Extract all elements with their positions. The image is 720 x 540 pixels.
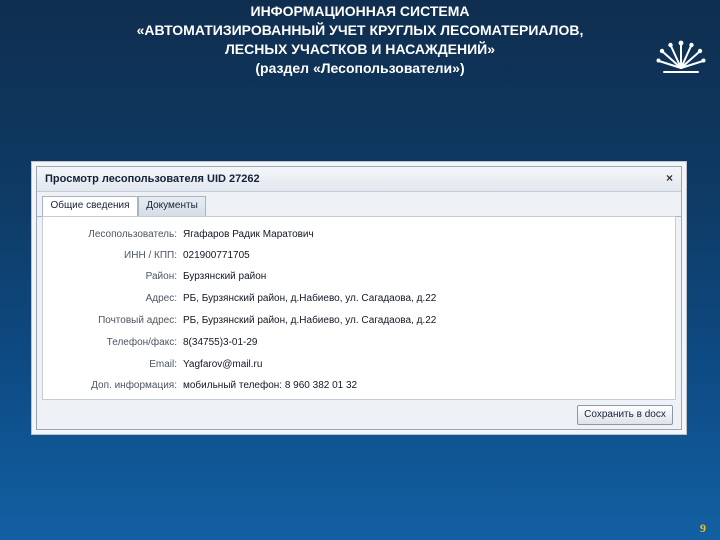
field-label: Район: xyxy=(145,271,177,282)
slide-title: ИНФОРМАЦИОННАЯ СИСТЕМА «АВТОМАТИЗИРОВАНН… xyxy=(40,2,680,78)
field-value: 8(34755)3-01-29 xyxy=(183,337,258,348)
field-label: ИНН / КПП: xyxy=(124,250,177,261)
field-row: Почтовый адрес: РБ, Бурзянский район, д.… xyxy=(43,311,675,331)
slide-title-line-4: (раздел «Лесопользователи») xyxy=(255,60,465,76)
field-value: мобильный телефон: 8 960 382 01 32 xyxy=(183,380,358,391)
field-label: Email: xyxy=(149,359,177,370)
close-icon[interactable]: × xyxy=(666,172,673,184)
field-value: Yagfarov@mail.ru xyxy=(183,359,263,370)
user-view-dialog: Просмотр лесопользователя UID 27262 × Об… xyxy=(36,166,682,430)
field-row: Телефон/факс: 8(34755)3-01-29 xyxy=(43,333,675,353)
general-info-panel: Лесопользователь: Ягафаров Радик Маратов… xyxy=(42,216,676,400)
dialog-title: Просмотр лесопользователя UID 27262 xyxy=(45,173,260,185)
field-value: РБ, Бурзянский район, д.Набиево, ул. Саг… xyxy=(183,315,437,326)
slide-title-line-1: ИНФОРМАЦИОННАЯ СИСТЕМА xyxy=(250,3,470,19)
field-label: Почтовый адрес: xyxy=(98,315,177,326)
field-row: Район: Бурзянский район xyxy=(43,267,675,287)
field-row: Доп. информация: мобильный телефон: 8 96… xyxy=(43,376,675,396)
dialog-header: Просмотр лесопользователя UID 27262 × xyxy=(37,167,681,192)
save-docx-button[interactable]: Сохранить в docx xyxy=(577,405,673,425)
kurai-flower-icon xyxy=(656,40,706,73)
page-number: 9 xyxy=(700,521,706,535)
field-label: Телефон/факс: xyxy=(106,337,177,348)
field-row: Лесопользователь: Ягафаров Радик Маратов… xyxy=(43,225,675,245)
field-label: Адрес: xyxy=(145,293,177,304)
field-value: Ягафаров Радик Маратович xyxy=(183,229,314,240)
slide-title-line-3: ЛЕСНЫХ УЧАСТКОВ И НАСАЖДЕНИЙ» xyxy=(224,41,496,57)
field-value: 021900771705 xyxy=(183,250,250,261)
field-value: Бурзянский район xyxy=(183,271,267,282)
screenshot-frame: Просмотр лесопользователя UID 27262 × Об… xyxy=(31,161,687,435)
field-row: Адрес: РБ, Бурзянский район, д.Набиево, … xyxy=(43,289,675,309)
field-value: РБ, Бурзянский район, д.Набиево, ул. Саг… xyxy=(183,293,437,304)
field-label: Доп. информация: xyxy=(91,380,177,391)
tab-documents[interactable]: Документы xyxy=(138,196,206,216)
field-row: Email: Yagfarov@mail.ru xyxy=(43,355,675,375)
tab-bar: Общие сведения Документы xyxy=(37,196,681,217)
tab-general-info[interactable]: Общие сведения xyxy=(42,196,138,217)
dialog-footer: Сохранить в docx xyxy=(37,399,681,429)
field-row: ИНН / КПП: 021900771705 xyxy=(43,246,675,266)
field-label: Лесопользователь: xyxy=(88,229,177,240)
slide-title-line-2: «АВТОМАТИЗИРОВАННЫЙ УЧЕТ КРУГЛЫХ ЛЕСОМАТ… xyxy=(136,22,584,38)
